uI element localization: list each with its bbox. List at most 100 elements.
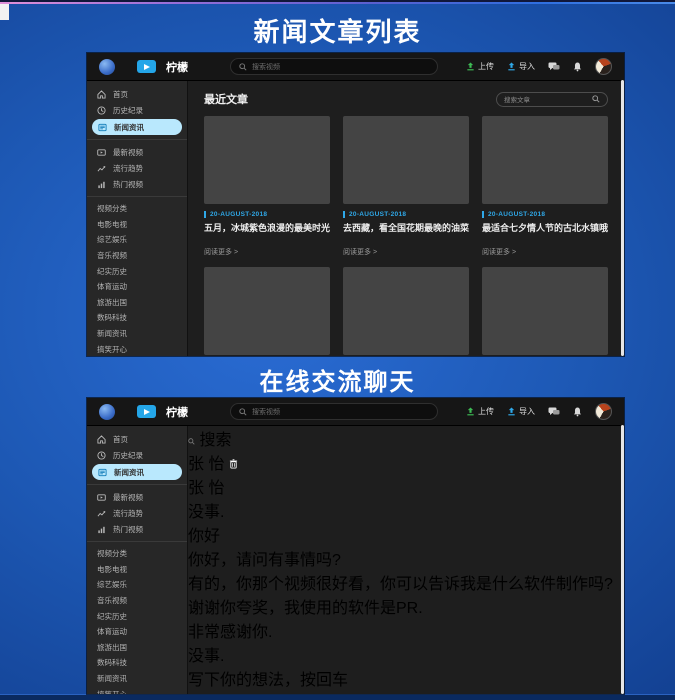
sidebar-item-home[interactable]: 首页 bbox=[87, 431, 187, 447]
sidebar-category[interactable]: 数码科技 bbox=[87, 655, 187, 671]
chat-message: 谢谢你夸奖，我使用的软件是PR. bbox=[188, 594, 613, 618]
sidebar: 首页 历史纪录 新闻资讯 最新视频 流行趋势 热门视频 bbox=[87, 81, 188, 356]
article-image bbox=[482, 116, 608, 204]
sidebar-category[interactable]: 数码科技 bbox=[87, 310, 187, 326]
sidebar-item-latest[interactable]: 最新视频 bbox=[87, 144, 187, 160]
chart-icon bbox=[97, 180, 106, 189]
sidebar-item-news[interactable]: 新闻资讯 bbox=[92, 119, 182, 135]
upload-button[interactable]: 上传 bbox=[466, 406, 494, 417]
brand-name: 柠檬 bbox=[166, 404, 188, 420]
article-card[interactable]: 20-AUGUST-2018 去西藏，看全国花期最晚的油菜花 阅读更多 > bbox=[343, 116, 469, 267]
messages-icon[interactable] bbox=[548, 62, 560, 72]
send-button[interactable]: → bbox=[188, 690, 613, 694]
bell-icon[interactable] bbox=[573, 407, 582, 417]
clock-icon bbox=[97, 106, 106, 115]
article-search-input[interactable]: 搜索文章 bbox=[496, 92, 608, 107]
app-logo-icon[interactable] bbox=[99, 59, 115, 75]
video-search-input[interactable]: 搜索视频 bbox=[230, 58, 438, 75]
bell-icon[interactable] bbox=[573, 62, 582, 72]
sidebar-category[interactable]: 搞笑开心 bbox=[87, 686, 187, 694]
sidebar-item-latest[interactable]: 最新视频 bbox=[87, 489, 187, 505]
user-avatar[interactable] bbox=[595, 58, 612, 75]
window-scrollbar[interactable] bbox=[621, 80, 624, 356]
play-logo-icon[interactable] bbox=[137, 60, 156, 73]
home-icon bbox=[97, 435, 106, 444]
trash-icon[interactable] bbox=[229, 459, 238, 469]
video-search-input[interactable]: 搜索视频 bbox=[230, 403, 438, 420]
upload-label: 上传 bbox=[478, 61, 494, 72]
sidebar-category[interactable]: 视频分类 bbox=[87, 546, 187, 562]
sidebar-category[interactable]: 综艺娱乐 bbox=[87, 577, 187, 593]
user-avatar[interactable] bbox=[595, 403, 612, 420]
import-button[interactable]: 导入 bbox=[507, 406, 535, 417]
window-scrollbar[interactable] bbox=[621, 425, 624, 694]
clock-icon bbox=[97, 451, 106, 460]
chat-search-placeholder: 搜索 bbox=[199, 432, 231, 449]
article-date: 20-AUGUST-2018 bbox=[343, 211, 469, 218]
sidebar-category[interactable]: 体育运动 bbox=[87, 624, 187, 640]
sidebar-category[interactable]: 搞笑开心 bbox=[87, 341, 187, 356]
sidebar-category[interactable]: 旅游出国 bbox=[87, 640, 187, 656]
news-icon bbox=[98, 468, 107, 477]
article-card[interactable]: 20-AUGUST-2018 五月，冰城紫色浪漫的最美时光 阅读更多 > bbox=[204, 116, 330, 267]
chat-message: 你好 bbox=[188, 522, 613, 546]
sidebar-category[interactable]: 旅游出国 bbox=[87, 295, 187, 311]
article-image bbox=[204, 267, 330, 355]
sidebar-item-history[interactable]: 历史纪录 bbox=[87, 447, 187, 463]
sidebar-category[interactable]: 新闻资讯 bbox=[87, 671, 187, 687]
app-logo-icon[interactable] bbox=[99, 404, 115, 420]
sidebar-category[interactable]: 综艺娱乐 bbox=[87, 232, 187, 248]
article-card[interactable] bbox=[204, 267, 330, 355]
sidebar-category[interactable]: 视频分类 bbox=[87, 201, 187, 217]
contact-item[interactable]: 张 怡 没事. bbox=[188, 474, 613, 522]
sidebar-category[interactable]: 电影电视 bbox=[87, 217, 187, 233]
article-card[interactable] bbox=[343, 267, 469, 355]
import-label: 导入 bbox=[519, 61, 535, 72]
sidebar-item-hot[interactable]: 热门视频 bbox=[87, 521, 187, 537]
sidebar-category[interactable]: 纪实历史 bbox=[87, 263, 187, 279]
upload-button[interactable]: 上传 bbox=[466, 61, 494, 72]
message-input[interactable]: 写下你的想法，按回车 bbox=[188, 666, 613, 690]
sidebar-divider bbox=[87, 196, 187, 197]
article-title: 去西藏，看全国花期最晚的油菜花 bbox=[343, 223, 469, 234]
read-more-link[interactable]: 阅读更多 > bbox=[343, 247, 469, 257]
sidebar-category[interactable]: 纪实历史 bbox=[87, 608, 187, 624]
sidebar-divider bbox=[87, 541, 187, 542]
article-date: 20-AUGUST-2018 bbox=[482, 211, 608, 218]
sidebar-item-home[interactable]: 首页 bbox=[87, 86, 187, 102]
contact-name: 张 怡 bbox=[188, 474, 613, 498]
import-button[interactable]: 导入 bbox=[507, 61, 535, 72]
sidebar-category[interactable]: 音乐视频 bbox=[87, 248, 187, 264]
upload-icon bbox=[466, 62, 475, 71]
messages-icon[interactable] bbox=[548, 407, 560, 417]
chat-message: 没事. bbox=[188, 642, 613, 666]
chat-search-input[interactable]: 搜索 bbox=[188, 426, 613, 450]
sidebar-item-trending[interactable]: 流行趋势 bbox=[87, 160, 187, 176]
read-more-link[interactable]: 阅读更多 > bbox=[482, 247, 608, 257]
article-search-placeholder: 搜索文章 bbox=[504, 94, 530, 104]
message-bubble: 有的，你那个视频很好看，你可以告诉我是什么软件制作吗? bbox=[188, 570, 613, 594]
article-card[interactable]: 20-AUGUST-2018 最适合七夕情人节的古北水镇哦 阅读更多 > bbox=[482, 116, 608, 267]
sidebar-item-news[interactable]: 新闻资讯 bbox=[92, 464, 182, 480]
app-header: 柠檬 搜索视频 上传 导入 bbox=[87, 53, 624, 81]
search-icon bbox=[239, 63, 247, 71]
search-icon bbox=[188, 438, 195, 445]
sidebar-item-hot[interactable]: 热门视频 bbox=[87, 176, 187, 192]
article-card[interactable] bbox=[482, 267, 608, 355]
section-title-news: 新闻文章列表 bbox=[0, 12, 675, 49]
read-more-link[interactable]: 阅读更多 > bbox=[204, 247, 330, 257]
sidebar-category[interactable]: 新闻资讯 bbox=[87, 326, 187, 342]
sidebar-item-history[interactable]: 历史纪录 bbox=[87, 102, 187, 118]
sidebar-category[interactable]: 音乐视频 bbox=[87, 593, 187, 609]
video-search-placeholder: 搜索视频 bbox=[252, 407, 280, 417]
search-icon bbox=[592, 95, 600, 103]
send-icon: → bbox=[188, 690, 204, 694]
sidebar-category[interactable]: 电影电视 bbox=[87, 562, 187, 578]
trend-icon bbox=[97, 509, 106, 518]
play-logo-icon[interactable] bbox=[137, 405, 156, 418]
sidebar-item-trending[interactable]: 流行趋势 bbox=[87, 505, 187, 521]
import-label: 导入 bbox=[519, 406, 535, 417]
app-window-articles: 柠檬 搜索视频 上传 导入 首页 bbox=[87, 53, 624, 356]
sidebar-category[interactable]: 体育运动 bbox=[87, 279, 187, 295]
brand-name: 柠檬 bbox=[166, 59, 188, 75]
